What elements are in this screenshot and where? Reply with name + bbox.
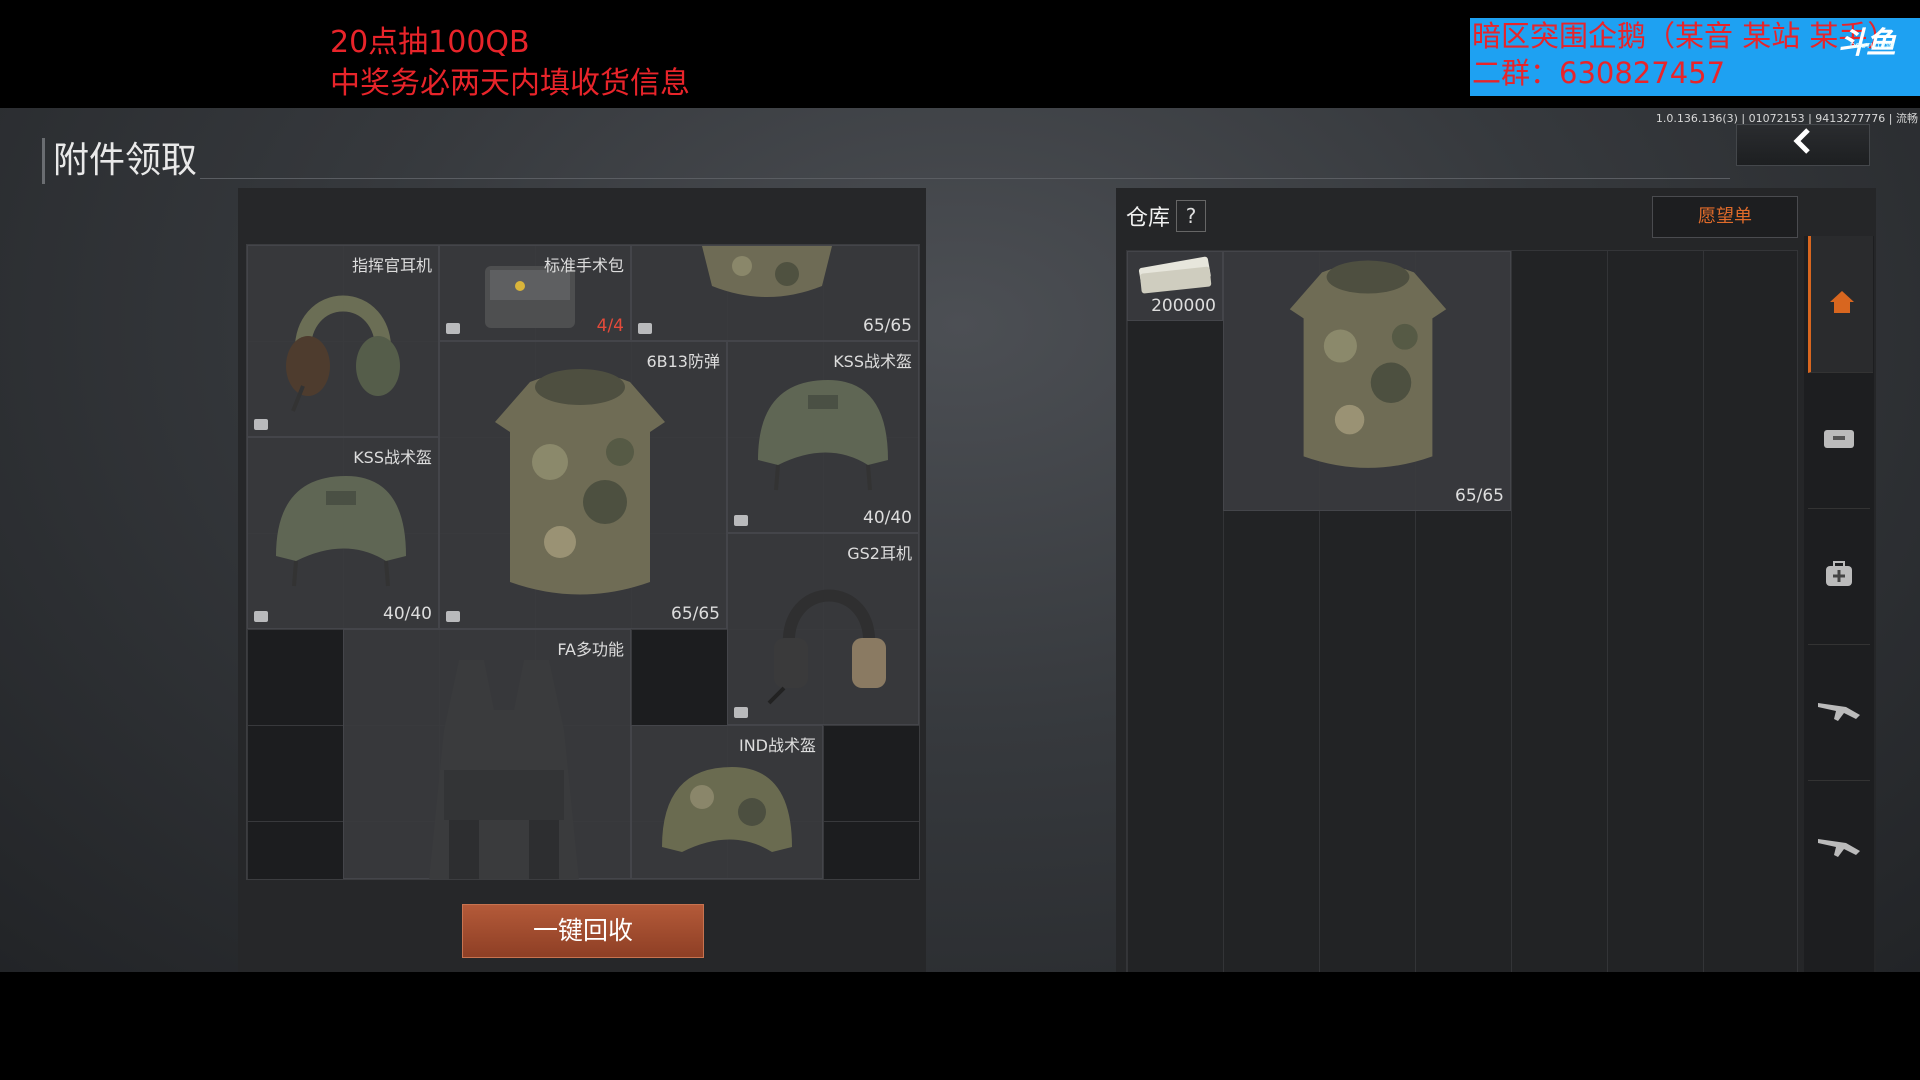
item-name: FA多功能 <box>557 640 624 659</box>
back-button[interactable] <box>1736 124 1870 166</box>
item-count: 65/65 <box>1455 486 1504 506</box>
case-icon <box>1823 426 1855 454</box>
stash-title: 仓库 <box>1126 206 1171 231</box>
promo-line-1: 20点抽100QB <box>330 25 530 60</box>
rifle-icon <box>1816 697 1862 727</box>
item-count: 4/4 <box>596 316 624 336</box>
item-name: 6B13防弹 <box>646 352 720 371</box>
rifle-icon <box>1816 833 1862 863</box>
money-amount: 200000 <box>1151 296 1216 316</box>
item-name: 指挥官耳机 <box>351 256 432 275</box>
sidebar-primary-weapon[interactable] <box>1808 644 1870 781</box>
item-name: KSS战术盔 <box>353 448 432 467</box>
item-name: IND战术盔 <box>738 736 816 755</box>
case-icon <box>446 323 460 334</box>
attachment-grid: 指挥官耳机 标准手术包 4/4 65/65 6B13防弹 65/65 KSS战术… <box>246 244 920 880</box>
wishlist-button[interactable]: 愿望单 <box>1652 196 1798 238</box>
case-icon <box>254 611 268 622</box>
stash-sidebar <box>1804 236 1874 972</box>
sidebar-medical[interactable] <box>1808 508 1870 645</box>
case-icon <box>734 707 748 718</box>
item-6b13-armor[interactable]: 6B13防弹 65/65 <box>439 341 727 629</box>
item-count: 65/65 <box>863 316 912 336</box>
item-count: 40/40 <box>863 508 912 528</box>
attachment-panel: 指挥官耳机 标准手术包 4/4 65/65 6B13防弹 65/65 KSS战术… <box>238 188 926 972</box>
letterbox-bottom <box>0 972 1920 1080</box>
case-icon <box>638 323 652 334</box>
help-icon[interactable]: ? <box>1176 200 1206 232</box>
item-armor-partial[interactable]: 65/65 <box>631 245 919 341</box>
sidebar-secondary-weapon[interactable] <box>1808 780 1870 916</box>
promo-line-2: 中奖务必两天内填收货信息 <box>330 66 690 101</box>
item-gs2-headset[interactable]: GS2耳机 <box>727 533 919 725</box>
recycle-all-button[interactable]: 一键回收 <box>462 904 704 958</box>
item-name: KSS战术盔 <box>833 352 912 371</box>
medkit-icon <box>1824 560 1854 592</box>
sidebar-case[interactable] <box>1808 372 1870 509</box>
item-money[interactable]: 200000 <box>1127 251 1223 321</box>
item-name: GS2耳机 <box>847 544 912 563</box>
item-fa-vest[interactable]: FA多功能 <box>343 629 631 879</box>
stash-grid: 200000 65/65 <box>1126 250 1798 972</box>
sidebar-home[interactable] <box>1808 236 1873 373</box>
item-6b13-armor[interactable]: 65/65 <box>1223 251 1511 511</box>
case-icon <box>446 611 460 622</box>
chevron-left-icon <box>1788 125 1818 165</box>
item-kss-helmet[interactable]: KSS战术盔 40/40 <box>247 437 439 629</box>
home-icon <box>1828 289 1856 319</box>
item-kss-helmet[interactable]: KSS战术盔 40/40 <box>727 341 919 533</box>
page-title: 附件领取 <box>42 138 197 184</box>
title-divider <box>200 178 1730 179</box>
item-count: 65/65 <box>671 604 720 624</box>
promo-text: 20点抽100QB 中奖务必两天内填收货信息 <box>330 22 690 104</box>
case-icon <box>734 515 748 526</box>
stream-logo-sub: DOUYU.COM <box>1850 42 1895 50</box>
stream-logo: 斗鱼 <box>1838 26 1896 61</box>
item-name: 标准手术包 <box>543 256 624 275</box>
item-ind-helmet[interactable]: IND战术盔 <box>631 725 823 879</box>
stash-panel: 仓库 ? 愿望单 200000 65/65 <box>1116 188 1876 972</box>
case-icon <box>254 419 268 430</box>
item-count: 40/40 <box>383 604 432 624</box>
item-surgery-kit[interactable]: 标准手术包 4/4 <box>439 245 631 341</box>
item-commander-headset[interactable]: 指挥官耳机 <box>247 245 439 437</box>
game-screen: 1.0.136.136(3) | 01072153 | 9413277776 |… <box>0 108 1920 972</box>
